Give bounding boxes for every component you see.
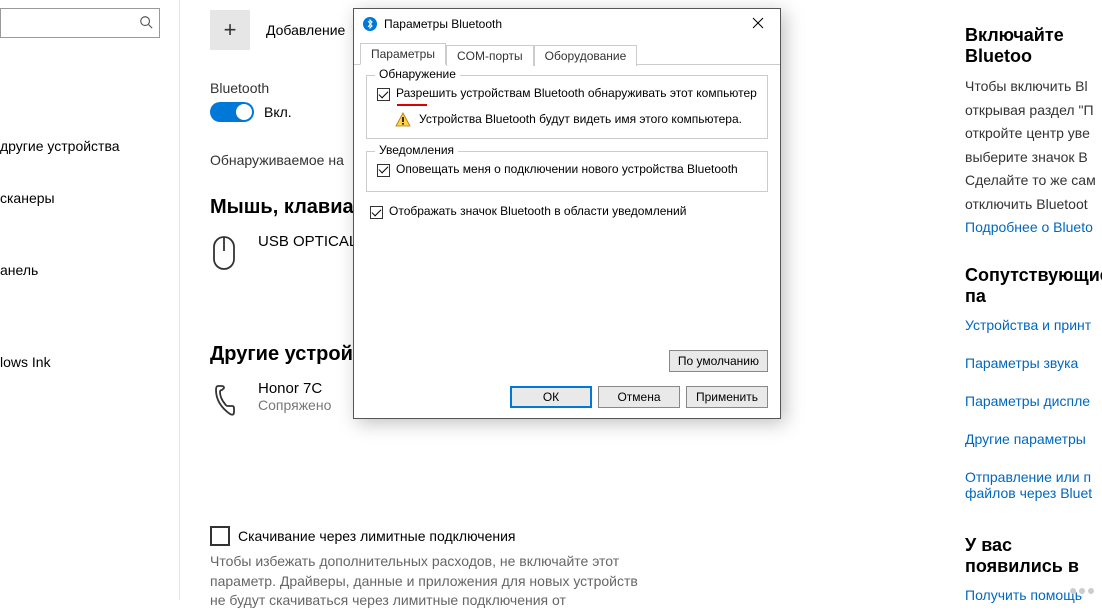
show-tray-icon-checkbox[interactable] [370,206,383,219]
link-sound[interactable]: Параметры звука [965,355,1102,371]
ok-button[interactable]: ОК [510,386,592,408]
nav-scanners[interactable]: сканеры [0,180,179,216]
notify-label: Оповещать меня о подключении нового устр… [396,162,738,178]
right-title: Включайте Bluetoo [965,25,1102,67]
dialog-tabs: Параметры COM-порты Оборудование [354,39,780,65]
search-input[interactable] [7,14,127,32]
group-notifications: Уведомления Оповещать меня о подключении… [366,151,768,193]
nav-panel[interactable]: анель [0,252,179,288]
bluetooth-settings-dialog: Параметры Bluetooth Параметры COM-порты … [353,8,781,419]
group-discovery: Обнаружение Разрешить устройствам Blueto… [366,75,768,139]
questions-title: У вас появились в [965,535,1102,577]
tab-com-ports[interactable]: COM-порты [446,45,534,66]
search-icon [139,15,153,32]
mouse-icon [210,233,242,273]
right-panel: Включайте Bluetoo Чтобы включить Bl откр… [965,0,1102,613]
search-box[interactable] [0,8,160,38]
allow-discovery-label: Разрешить устройствам Bluetooth обнаружи… [396,86,757,102]
device-status: Сопряжено [258,397,331,413]
metered-help-text: Чтобы избежать дополнительных расходов, … [210,552,640,611]
link-send-files[interactable]: Отправление или п файлов через Bluet [965,469,1102,501]
dialog-body: Обнаружение Разрешить устройствам Blueto… [354,65,780,350]
right-text-line: откройте центр уве [965,124,1102,144]
tab-hardware[interactable]: Оборудование [534,45,638,66]
link-display[interactable]: Параметры диспле [965,393,1102,409]
checkbox-icon[interactable] [210,526,230,546]
notify-checkbox[interactable] [377,164,390,177]
allow-discovery-checkbox[interactable] [377,88,390,101]
warning-text: Устройства Bluetooth будут видеть имя эт… [419,112,742,128]
add-device-label: Добавление [266,22,345,38]
nav-other-devices[interactable]: другие устройства [0,128,179,164]
right-text-line: Чтобы включить Bl [965,77,1102,97]
right-text-line: отключить Bluetoot [965,195,1102,215]
learn-more-link[interactable]: Подробнее о Blueto [965,219,1102,235]
bluetooth-toggle[interactable] [210,102,254,122]
metered-checkbox-row[interactable]: Скачивание через лимитные подключения [210,526,930,546]
related-settings-title: Сопутствующие па [965,265,1102,307]
plus-icon[interactable]: + [210,10,250,50]
close-button[interactable] [738,10,778,38]
pagination-dots [1070,588,1094,594]
dialog-title: Параметры Bluetooth [384,17,502,31]
right-text-line: выберите значок B [965,148,1102,168]
apply-button[interactable]: Применить [686,386,768,408]
right-text-line: открывая раздел "П [965,101,1102,121]
device-name: Honor 7C [258,380,331,397]
settings-sidebar: другие устройства сканеры анель lows Ink [0,0,180,600]
toggle-state-label: Вкл. [264,104,292,120]
right-text-line: Сделайте то же сам [965,171,1102,191]
metered-label: Скачивание через лимитные подключения [238,528,515,544]
dialog-titlebar[interactable]: Параметры Bluetooth [354,9,780,39]
show-tray-icon-label: Отображать значок Bluetooth в области ув… [389,204,686,220]
close-icon [752,16,764,33]
nav-windows-ink[interactable]: lows Ink [0,344,179,380]
warning-icon [395,112,411,128]
phone-icon [210,380,242,420]
group-notifications-title: Уведомления [375,143,458,157]
cancel-button[interactable]: Отмена [598,386,680,408]
defaults-button[interactable]: По умолчанию [669,350,768,372]
bluetooth-icon [362,16,378,32]
group-discovery-title: Обнаружение [375,67,460,81]
link-other[interactable]: Другие параметры [965,431,1102,447]
highlight-marker [397,104,427,106]
tab-params[interactable]: Параметры [360,43,446,65]
link-devices-printers[interactable]: Устройства и принт [965,317,1102,333]
device-name: USB OPTICAL [258,233,357,250]
